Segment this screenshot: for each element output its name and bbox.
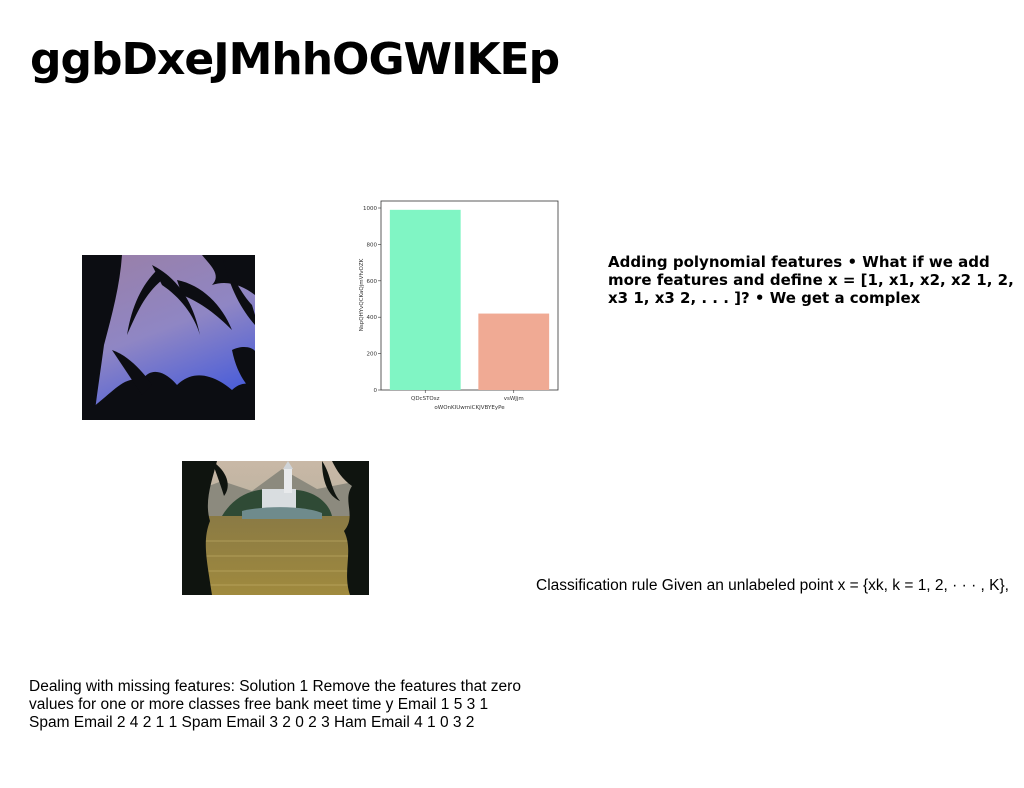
y-tick-label: 1000 [363, 206, 377, 212]
y-axis-label: NspQHYvQCKaQjmVfvOZK [359, 258, 365, 331]
x-tick-label: QDcSTOsz [411, 396, 440, 402]
y-tick-label: 0 [374, 388, 378, 394]
x-tick-label: vsWJjm [504, 396, 524, 402]
bar-QDcSTOsz [389, 209, 461, 390]
y-tick-label: 800 [367, 242, 378, 248]
polynomial-features-text: Adding polynomial features • What if we … [608, 253, 1014, 307]
palm-silhouette-image [82, 255, 255, 420]
missing-features-text: Dealing with missing features: Solution … [29, 678, 521, 731]
x-axis-ticks: QDcSTOsz vsWJjm [411, 390, 524, 402]
y-tick-label: 200 [367, 352, 378, 358]
slide-title: ggbDxeJMhhOGWIKEp [30, 34, 560, 85]
bar-series [389, 209, 550, 390]
x-axis-label: oWOnKIUwmiCKJVBYEyPe [434, 405, 505, 411]
bar-vsWJjm [478, 313, 550, 390]
bar-chart: 0 200 400 600 800 1000 QDcSTOsz vsWJjm oWOnKIU… [350, 195, 565, 417]
classification-rule-text: Classification rule Given an unlabeled p… [536, 577, 1009, 594]
y-tick-label: 600 [367, 279, 378, 285]
lake-island-image [182, 461, 369, 595]
y-tick-label: 400 [367, 315, 378, 321]
y-axis-ticks: 0 200 400 600 800 1000 [363, 206, 381, 394]
